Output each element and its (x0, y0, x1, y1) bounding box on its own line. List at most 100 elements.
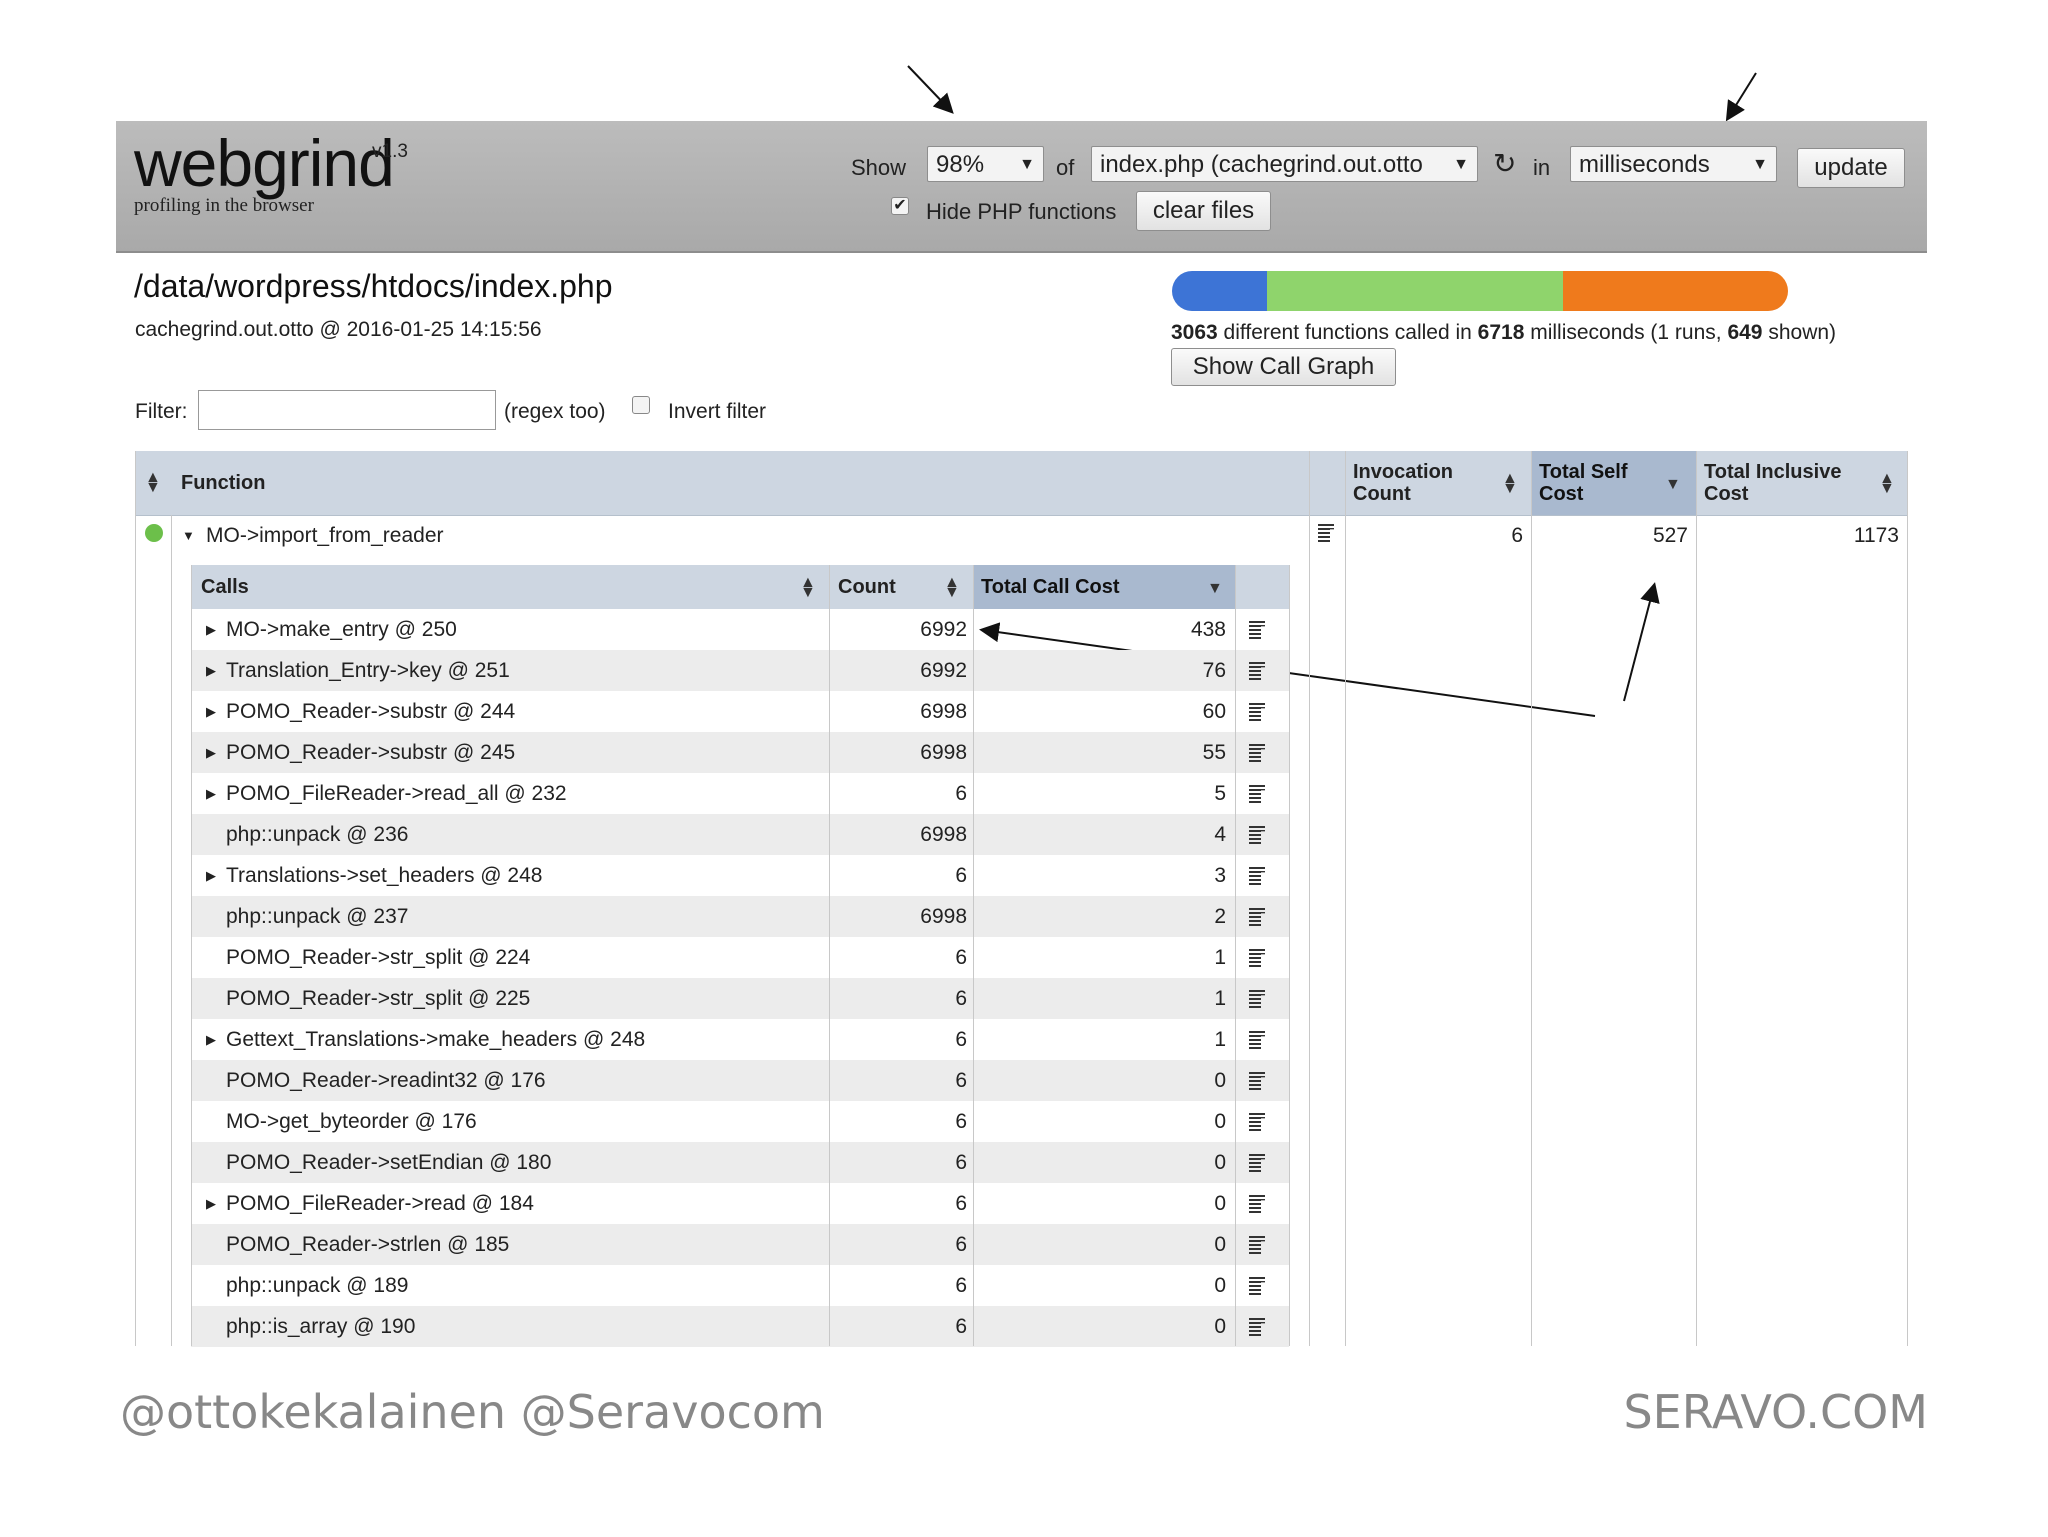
call-name[interactable]: php::unpack @ 189 (226, 1265, 408, 1306)
call-name[interactable]: POMO_Reader->substr @ 245 (226, 732, 515, 773)
header-bar: webgrind v1.3 profiling in the browser S… (116, 121, 1927, 253)
file-icon[interactable] (1249, 662, 1265, 680)
table-row[interactable]: ▶ POMO_FileReader->read_all @ 232 6 5 (191, 773, 1289, 814)
table-row[interactable]: POMO_Reader->readint32 @ 176 6 0 (191, 1060, 1289, 1101)
update-button[interactable]: update (1797, 148, 1905, 188)
file-icon[interactable] (1249, 1195, 1265, 1213)
file-icon[interactable] (1318, 524, 1334, 542)
clear-files-button[interactable]: clear files (1136, 191, 1271, 231)
table-row[interactable]: php::is_array @ 190 6 0 (191, 1306, 1289, 1347)
file-icon[interactable] (1249, 785, 1265, 803)
progress-segment (1172, 271, 1268, 311)
table-row[interactable]: php::unpack @ 236 6998 4 (191, 814, 1289, 855)
call-name[interactable]: POMO_Reader->str_split @ 224 (226, 937, 530, 978)
call-name[interactable]: POMO_Reader->substr @ 244 (226, 691, 515, 732)
table-row[interactable]: php::unpack @ 189 6 0 (191, 1265, 1289, 1306)
file-icon[interactable] (1249, 826, 1265, 844)
sort-both-icon[interactable]: ▲ ▼ (1879, 471, 1895, 497)
column-divider (1696, 451, 1697, 1346)
call-name[interactable]: MO->get_byteorder @ 176 (226, 1101, 477, 1142)
total-self-cost-header[interactable]: Total Self Cost (1539, 461, 1649, 505)
table-row[interactable]: MO->get_byteorder @ 176 6 0 (191, 1101, 1289, 1142)
expand-triangle-icon[interactable]: ▶ (206, 609, 216, 650)
call-name[interactable]: Translations->set_headers @ 248 (226, 855, 542, 896)
unit-select[interactable]: milliseconds ▼ (1570, 146, 1777, 182)
call-name[interactable]: php::unpack @ 236 (226, 814, 408, 855)
file-icon[interactable] (1249, 867, 1265, 885)
invocation-count-header[interactable]: Invocation Count (1353, 461, 1473, 505)
call-name[interactable]: Gettext_Translations->make_headers @ 248 (226, 1019, 645, 1060)
function-name[interactable]: MO->import_from_reader (206, 524, 444, 548)
show-call-graph-button[interactable]: Show Call Graph (1171, 348, 1396, 386)
percent-select[interactable]: 98% ▼ (927, 146, 1044, 182)
sort-both-icon[interactable]: ▲ ▼ (800, 575, 816, 601)
sort-both-icon[interactable]: ▲ ▼ (1502, 471, 1518, 497)
hide-php-checkbox[interactable]: ✔ (891, 197, 909, 215)
file-icon[interactable] (1249, 990, 1265, 1008)
table-row[interactable]: ▶ MO->make_entry @ 250 6992 438 (191, 609, 1289, 650)
shown-count: 649 (1727, 321, 1763, 344)
table-row[interactable]: POMO_Reader->str_split @ 225 6 1 (191, 978, 1289, 1019)
call-count: 6 (955, 1233, 967, 1256)
table-row[interactable]: php::unpack @ 237 6998 2 (191, 896, 1289, 937)
call-name[interactable]: php::is_array @ 190 (226, 1306, 415, 1347)
expand-triangle-icon[interactable]: ▶ (206, 773, 216, 814)
file-icon[interactable] (1249, 1154, 1265, 1172)
expand-triangle-icon[interactable]: ▶ (206, 732, 216, 773)
file-icon[interactable] (1249, 1318, 1265, 1336)
table-row[interactable]: POMO_Reader->setEndian @ 180 6 0 (191, 1142, 1289, 1183)
table-row[interactable]: ▶ Translation_Entry->key @ 251 6992 76 (191, 650, 1289, 691)
collapse-triangle-icon[interactable]: ▼ (182, 528, 195, 543)
file-select[interactable]: index.php (cachegrind.out.otto ▼ (1091, 146, 1478, 182)
expand-triangle-icon[interactable]: ▶ (206, 691, 216, 732)
file-icon[interactable] (1249, 703, 1265, 721)
call-name[interactable]: POMO_FileReader->read @ 184 (226, 1183, 534, 1224)
call-cost: 0 (1214, 1315, 1226, 1338)
invert-filter-checkbox[interactable] (632, 396, 650, 414)
file-icon[interactable] (1249, 621, 1265, 639)
call-name[interactable]: MO->make_entry @ 250 (226, 609, 457, 650)
expand-triangle-icon[interactable]: ▶ (206, 650, 216, 691)
sort-both-icon[interactable]: ▲ ▼ (145, 470, 161, 496)
call-name[interactable]: POMO_Reader->readint32 @ 176 (226, 1060, 546, 1101)
call-name[interactable]: Translation_Entry->key @ 251 (226, 650, 510, 691)
call-cost: 438 (1190, 618, 1226, 641)
expand-triangle-icon[interactable]: ▶ (206, 855, 216, 896)
total-inclusive-cost-header[interactable]: Total Inclusive Cost (1704, 461, 1864, 505)
call-name[interactable]: php::unpack @ 237 (226, 896, 408, 937)
reload-icon[interactable]: ↻ (1493, 147, 1516, 180)
table-row[interactable]: ▶ POMO_Reader->substr @ 244 6998 60 (191, 691, 1289, 732)
call-name[interactable]: POMO_Reader->str_split @ 225 (226, 978, 530, 1019)
sort-desc-icon[interactable]: ▼ (1207, 580, 1223, 598)
file-icon[interactable] (1249, 1236, 1265, 1254)
file-icon[interactable] (1249, 1277, 1265, 1295)
call-name[interactable]: POMO_Reader->strlen @ 185 (226, 1224, 509, 1265)
calls-column-header[interactable]: Calls (201, 576, 249, 599)
file-icon[interactable] (1249, 908, 1265, 926)
file-icon[interactable] (1249, 1072, 1265, 1090)
total-inclusive-cost-value: 1173 (1853, 524, 1899, 547)
expand-triangle-icon[interactable]: ▶ (206, 1019, 216, 1060)
expand-triangle-icon[interactable]: ▶ (206, 1183, 216, 1224)
file-icon[interactable] (1249, 1113, 1265, 1131)
table-row[interactable]: ▶ POMO_Reader->substr @ 245 6998 55 (191, 732, 1289, 773)
count-column-header[interactable]: Count (838, 576, 896, 599)
function-column-header[interactable]: Function (181, 472, 265, 495)
total-call-cost-column-header[interactable]: Total Call Cost (981, 576, 1120, 599)
file-icon[interactable] (1249, 1031, 1265, 1049)
table-row[interactable]: ▶ Translations->set_headers @ 248 6 3 (191, 855, 1289, 896)
call-name[interactable]: POMO_Reader->setEndian @ 180 (226, 1142, 551, 1183)
call-name[interactable]: POMO_FileReader->read_all @ 232 (226, 773, 567, 814)
file-icon[interactable] (1249, 744, 1265, 762)
call-cost: 1 (1214, 946, 1226, 969)
call-cost: 0 (1214, 1274, 1226, 1297)
sort-desc-icon[interactable]: ▼ (1665, 476, 1681, 494)
sort-both-icon[interactable]: ▲ ▼ (944, 575, 960, 601)
filter-input[interactable] (198, 390, 496, 430)
table-row[interactable]: POMO_Reader->strlen @ 185 6 0 (191, 1224, 1289, 1265)
table-row[interactable]: ▶ POMO_FileReader->read @ 184 6 0 (191, 1183, 1289, 1224)
table-row[interactable]: POMO_Reader->str_split @ 224 6 1 (191, 937, 1289, 978)
call-count: 6 (955, 987, 967, 1010)
file-icon[interactable] (1249, 949, 1265, 967)
table-row[interactable]: ▶ Gettext_Translations->make_headers @ 24… (191, 1019, 1289, 1060)
